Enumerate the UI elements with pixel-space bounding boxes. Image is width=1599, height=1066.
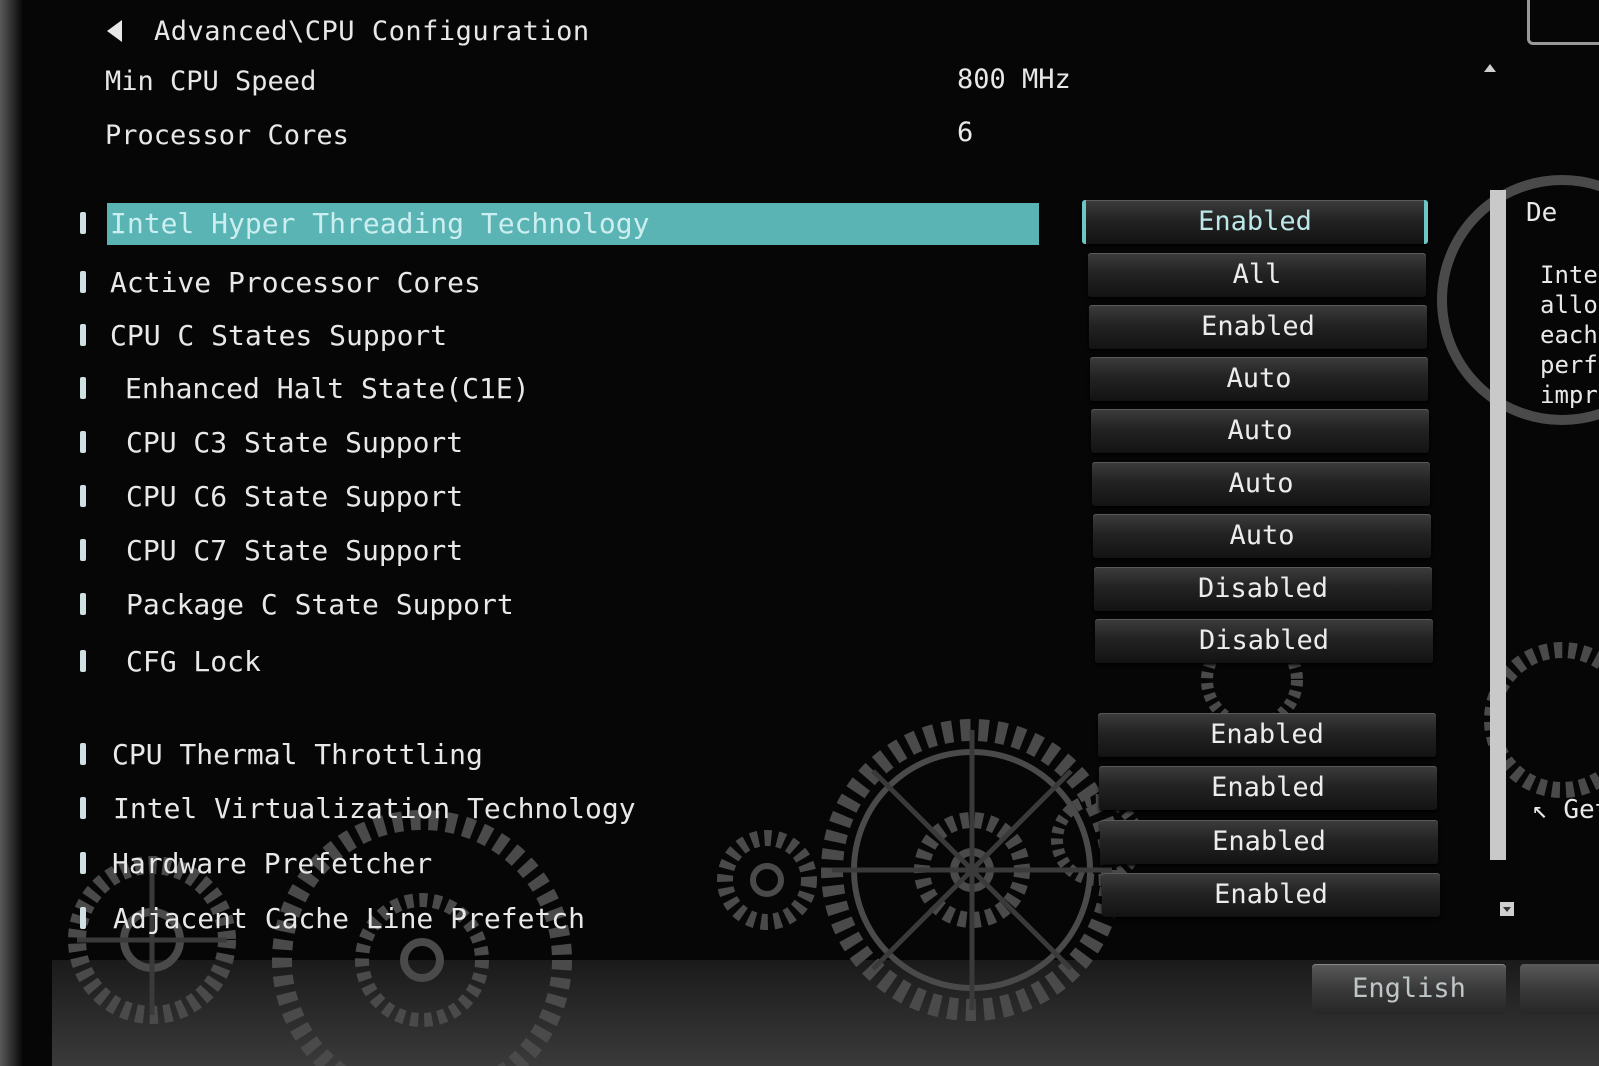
item-marker (80, 852, 86, 874)
monitor-bezel (0, 0, 22, 1066)
menu-item-label: Intel Hyper Threading Technology (110, 207, 650, 240)
processor-cores-label: Processor Cores (105, 120, 349, 151)
mouse-pointer-icon: ↖ (1532, 795, 1548, 825)
value-adjacent-cache-line[interactable]: Enabled (1102, 873, 1440, 917)
item-marker (80, 593, 86, 615)
menu-item-virtualization[interactable]: Intel Virtualization Technology (80, 788, 1080, 830)
description-line: perf (1540, 351, 1598, 379)
menu-item-adjacent-cache-line[interactable]: Adjacent Cache Line Prefetch (80, 898, 1080, 940)
description-line: Inte (1540, 261, 1598, 289)
value-cfg-lock[interactable]: Disabled (1095, 619, 1433, 663)
scroll-up-arrow-icon[interactable] (1484, 64, 1496, 72)
item-marker (80, 377, 86, 399)
value-enhanced-halt-state[interactable]: Auto (1090, 357, 1428, 401)
back-arrow-icon[interactable] (107, 20, 122, 42)
menu-item-cpu-c7-state[interactable]: CPU C7 State Support (80, 530, 1080, 572)
breadcrumb: Advanced\CPU Configuration (154, 15, 590, 47)
menu-item-label: Enhanced Halt State(C1E) (125, 372, 530, 405)
menu-item-cpu-c-states[interactable]: CPU C States Support (80, 315, 1080, 357)
item-marker (80, 539, 86, 561)
description-line: each (1540, 321, 1598, 349)
description-line: impr (1540, 381, 1598, 409)
bios-screen: Advanced\CPU Configuration Min CPU Speed… (22, 0, 1599, 1066)
menu-item-label: Hardware Prefetcher (112, 847, 433, 880)
menu-item-cpu-c6-state[interactable]: CPU C6 State Support (80, 476, 1080, 518)
item-marker (80, 212, 86, 234)
description-line: allo (1540, 291, 1598, 319)
item-marker (80, 324, 86, 346)
get-details-label: Get (1563, 795, 1599, 825)
page-header: Advanced\CPU Configuration (107, 10, 590, 52)
item-marker (80, 485, 86, 507)
min-cpu-speed-label: Min CPU Speed (105, 66, 317, 97)
footer-button[interactable] (1520, 964, 1599, 1014)
menu-item-label: CPU C3 State Support (126, 426, 464, 459)
processor-cores-value: 6 (957, 117, 974, 148)
item-marker (80, 797, 86, 819)
value-cpu-c7-state[interactable]: Auto (1093, 514, 1431, 558)
menu-item-label: Intel Virtualization Technology (113, 792, 636, 825)
item-marker (80, 431, 86, 453)
item-marker (80, 650, 86, 672)
menu-item-label: CFG Lock (126, 645, 261, 678)
menu-item-hyper-threading[interactable]: Intel Hyper Threading Technology (80, 203, 1080, 245)
item-marker (80, 907, 86, 929)
value-hyper-threading[interactable]: Enabled (1082, 200, 1428, 244)
description-panel: De Inte allo each perf impr ↖ Get (1512, 180, 1599, 880)
menu-item-package-c-state[interactable]: Package C State Support (80, 584, 1080, 626)
value-cpu-c-states[interactable]: Enabled (1089, 305, 1427, 349)
menu-item-active-processor-cores[interactable]: Active Processor Cores (80, 262, 1080, 304)
menu-item-cpu-c3-state[interactable]: CPU C3 State Support (80, 422, 1080, 464)
menu-item-enhanced-halt-state[interactable]: Enhanced Halt State(C1E) (80, 368, 1080, 410)
menu-item-cfg-lock[interactable]: CFG Lock (80, 641, 1080, 683)
value-cpu-c3-state[interactable]: Auto (1091, 409, 1429, 453)
description-text: Inte allo each perf impr (1540, 260, 1599, 410)
item-marker (80, 271, 86, 293)
menu-item-label: CPU C7 State Support (126, 534, 464, 567)
min-cpu-speed-value: 800 MHz (957, 64, 1071, 95)
value-active-processor-cores[interactable]: All (1088, 253, 1426, 297)
value-package-c-state[interactable]: Disabled (1094, 567, 1432, 611)
language-button[interactable]: English (1312, 964, 1506, 1014)
menu-item-label: CPU Thermal Throttling (112, 738, 483, 771)
menu-item-label: CPU C States Support (110, 319, 448, 352)
item-marker (80, 743, 86, 765)
get-details-link[interactable]: ↖ Get (1532, 795, 1599, 825)
menu-item-label: Package C State Support (126, 588, 514, 621)
menu-item-hardware-prefetcher[interactable]: Hardware Prefetcher (80, 843, 1080, 885)
value-virtualization[interactable]: Enabled (1099, 766, 1437, 810)
value-hardware-prefetcher[interactable]: Enabled (1100, 820, 1438, 864)
menu-item-cpu-thermal-throttling[interactable]: CPU Thermal Throttling (80, 734, 1080, 776)
value-cpu-thermal-throttling[interactable]: Enabled (1098, 713, 1436, 757)
value-cpu-c6-state[interactable]: Auto (1092, 462, 1430, 506)
top-right-frame (1527, 0, 1599, 45)
menu-item-label: Adjacent Cache Line Prefetch (113, 902, 586, 935)
scroll-down-arrow-icon[interactable] (1500, 902, 1514, 916)
menu-item-label: Active Processor Cores (110, 266, 481, 299)
description-heading: De (1526, 198, 1558, 228)
menu-item-label: CPU C6 State Support (126, 480, 464, 513)
scrollbar[interactable] (1490, 190, 1506, 860)
